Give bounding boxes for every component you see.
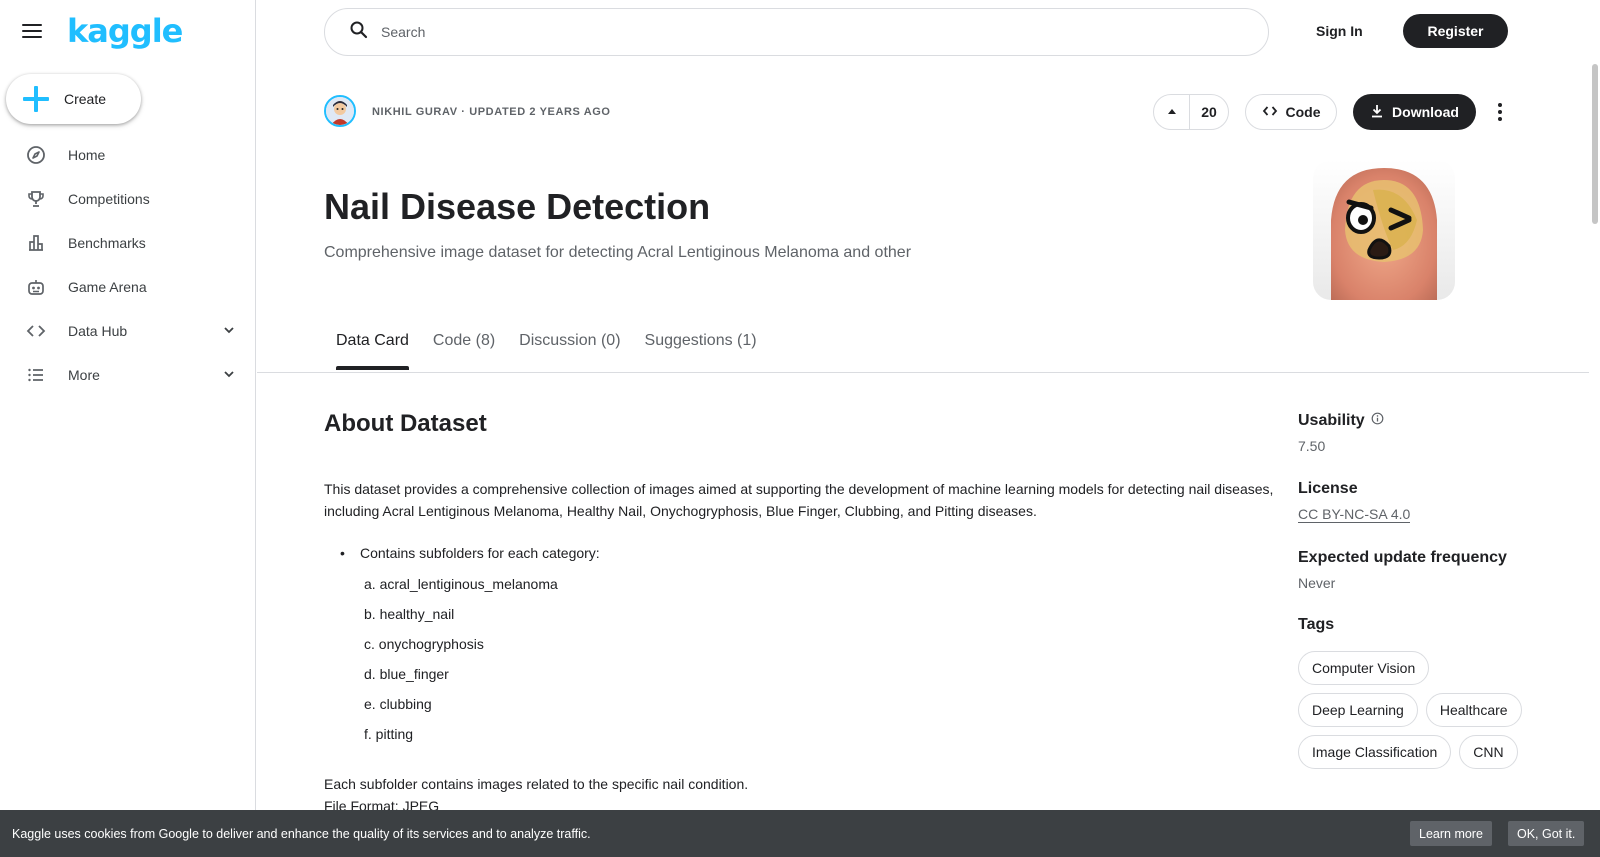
note-line: Each subfolder contains images related t… <box>324 776 749 792</box>
tab-discussion[interactable]: Discussion (0) <box>519 332 620 372</box>
frequency-section: Expected update frequency Never <box>1298 549 1538 591</box>
chevron-down-icon[interactable] <box>222 367 236 386</box>
author-updated-line: NIKHIL GURAV · UPDATED 2 YEARS AGO <box>372 106 611 118</box>
sidebar-item-data-hub[interactable]: Data Hub <box>0 309 256 353</box>
usability-label: Usability <box>1298 412 1365 430</box>
code-button-label: Code <box>1285 104 1321 120</box>
usability-heading: Usability <box>1298 412 1538 430</box>
sidebar-item-label: Data Hub <box>68 323 128 339</box>
tags-heading: Tags <box>1298 616 1335 633</box>
dataset-thumbnail <box>1313 160 1455 300</box>
sidebar: kaggle Create Home Competitions Benchmar… <box>0 0 256 857</box>
scrollbar[interactable] <box>1589 0 1600 857</box>
tag-chip[interactable]: CNN <box>1459 735 1518 769</box>
frequency-value: Never <box>1298 575 1336 591</box>
sidebar-nav: Home Competitions Benchmarks Game Arena … <box>0 133 256 397</box>
about-dataset-heading: About Dataset <box>324 410 487 437</box>
sidebar-item-benchmarks[interactable]: Benchmarks <box>0 221 256 265</box>
tags-section: Tags <box>1298 616 1538 634</box>
tag-chip[interactable]: Deep Learning <box>1298 693 1418 727</box>
robot-icon <box>26 277 46 297</box>
tag-list: Computer Vision Deep Learning Healthcare… <box>1298 651 1558 777</box>
download-icon <box>1370 104 1384 121</box>
page-title: Nail Disease Detection <box>324 186 711 227</box>
sign-in-button[interactable]: Sign In <box>1298 14 1381 48</box>
sidebar-item-label: Competitions <box>68 191 150 207</box>
search-bar[interactable] <box>324 8 1269 56</box>
search-icon <box>349 20 369 45</box>
download-button[interactable]: Download <box>1353 94 1476 130</box>
create-button[interactable]: Create <box>6 74 141 124</box>
tab-suggestions[interactable]: Suggestions (1) <box>645 332 757 372</box>
list-item: a. acral_lentiginous_melanoma <box>364 576 558 592</box>
cookie-ok-button[interactable]: OK, Got it. <box>1508 821 1585 846</box>
tab-code[interactable]: Code (8) <box>433 332 495 372</box>
upvote-control: 20 <box>1153 94 1229 130</box>
license-link[interactable]: CC BY-NC-SA 4.0 <box>1298 506 1411 523</box>
scrollbar-thumb[interactable] <box>1592 64 1598 224</box>
plus-icon <box>23 86 49 112</box>
usability-value: 7.50 <box>1298 438 1326 455</box>
sidebar-item-label: Game Arena <box>68 279 147 295</box>
list-item: b. healthy_nail <box>364 606 455 622</box>
upvote-arrow-icon[interactable] <box>1154 95 1190 129</box>
bullet-text: Contains subfolders for each category: <box>360 545 600 561</box>
tag-chip[interactable]: Healthcare <box>1425 693 1522 727</box>
cookie-text: Kaggle uses cookies from Google to deliv… <box>12 826 591 841</box>
search-input[interactable] <box>381 24 1181 40</box>
frequency-heading: Expected update frequency <box>1298 549 1507 566</box>
page-subtitle: Comprehensive image dataset for detectin… <box>324 244 912 261</box>
list-item: e. clubbing <box>364 696 432 712</box>
learn-more-button[interactable]: Learn more <box>1410 821 1492 846</box>
tag-chip[interactable]: Computer Vision <box>1298 651 1430 685</box>
tab-bar: Data Card Code (8) Discussion (0) Sugges… <box>336 332 781 372</box>
sidebar-item-home[interactable]: Home <box>0 133 256 177</box>
list-item: f. pitting <box>364 726 414 742</box>
code-brackets-icon <box>26 321 46 341</box>
compass-icon <box>26 145 46 165</box>
usability-section: Usability 7.50 <box>1298 412 1538 454</box>
sidebar-item-label: Benchmarks <box>68 235 146 251</box>
sidebar-item-more[interactable]: More <box>0 353 256 397</box>
upvote-count: 20 <box>1201 104 1217 120</box>
category-list: a. acral_lentiginous_melanoma b. healthy… <box>364 576 558 756</box>
code-brackets-icon <box>1262 103 1278 122</box>
license-heading: License <box>1298 480 1358 497</box>
dataset-description: This dataset provides a comprehensive co… <box>324 481 1274 519</box>
avatar[interactable] <box>324 95 356 127</box>
sidebar-item-label: More <box>68 367 100 383</box>
code-button[interactable]: Code <box>1245 94 1337 130</box>
chevron-down-icon[interactable] <box>222 323 236 342</box>
sidebar-item-label: Home <box>68 147 106 163</box>
bar-chart-icon <box>26 233 46 253</box>
sidebar-item-competitions[interactable]: Competitions <box>0 177 256 221</box>
list-icon <box>26 365 46 385</box>
list-item: Contains subfolders for each category: <box>340 545 600 561</box>
download-button-label: Download <box>1392 104 1459 120</box>
register-button[interactable]: Register <box>1403 14 1508 48</box>
sidebar-item-game-arena[interactable]: Game Arena <box>0 265 256 309</box>
license-section: License CC BY-NC-SA 4.0 <box>1298 480 1538 524</box>
trophy-icon <box>26 189 46 209</box>
tag-chip[interactable]: Image Classification <box>1298 735 1452 769</box>
more-options-icon[interactable] <box>1488 98 1512 126</box>
kaggle-logo[interactable]: kaggle <box>67 12 183 50</box>
list-item: c. onychogryphosis <box>364 636 484 652</box>
hamburger-menu-icon[interactable] <box>22 20 50 44</box>
tab-data-card[interactable]: Data Card <box>336 332 409 372</box>
tab-divider <box>257 372 1589 373</box>
list-item: d. blue_finger <box>364 666 449 682</box>
create-label: Create <box>64 91 107 107</box>
cookie-banner: Kaggle uses cookies from Google to deliv… <box>0 810 1600 857</box>
info-icon[interactable] <box>1371 412 1384 430</box>
